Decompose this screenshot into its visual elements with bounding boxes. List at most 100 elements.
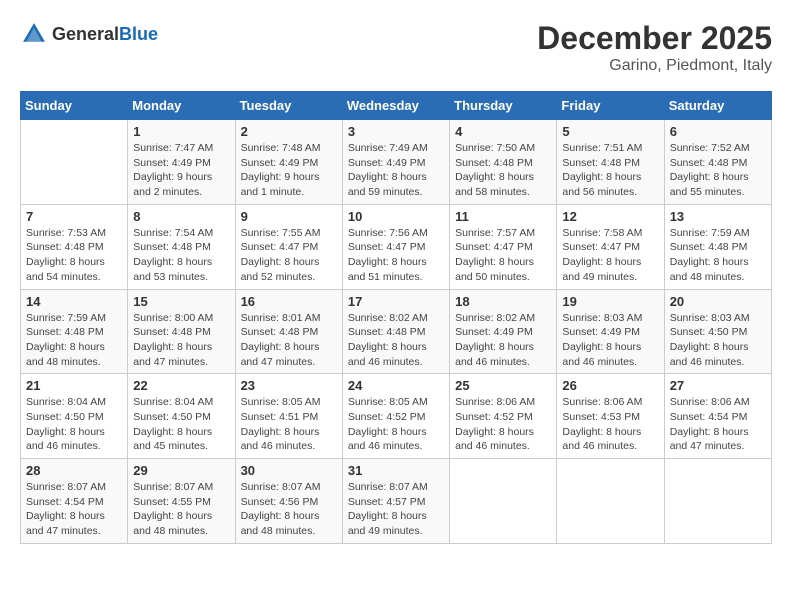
day-info: Sunrise: 8:05 AMSunset: 4:51 PMDaylight:… [241,395,337,454]
table-cell: 13Sunrise: 7:59 AMSunset: 4:48 PMDayligh… [664,204,771,289]
table-cell: 20 Sunrise: 8:03 AMSunset: 4:50 PMDayligh… [664,289,771,374]
table-cell: 16 Sunrise: 8:01 AMSunset: 4:48 PMDayligh… [235,289,342,374]
table-cell: 23 Sunrise: 8:05 AMSunset: 4:51 PMDayligh… [235,374,342,459]
table-cell: 11 Sunrise: 7:57 AMSunset: 4:47 PMDayligh… [450,204,557,289]
day-number: 9 [241,209,337,224]
table-cell [664,459,771,544]
table-cell: 4 Sunrise: 7:50 AMSunset: 4:48 PMDaylight… [450,120,557,205]
week-row-1: 1 Sunrise: 7:47 AMSunset: 4:49 PMDaylight… [21,120,772,205]
day-info: Sunrise: 8:03 AMSunset: 4:50 PMDaylight:… [670,311,766,370]
table-cell [21,120,128,205]
day-number: 28 [26,463,122,478]
table-cell: 6Sunrise: 7:52 AMSunset: 4:48 PMDaylight… [664,120,771,205]
day-number: 12 [562,209,658,224]
header-day-sunday: Sunday [21,92,128,120]
day-number: 4 [455,124,551,139]
day-info: Sunrise: 8:02 AMSunset: 4:49 PMDaylight:… [455,311,551,370]
month-title: December 2025 [537,20,772,57]
table-cell: 1 Sunrise: 7:47 AMSunset: 4:49 PMDaylight… [128,120,235,205]
header-day-friday: Friday [557,92,664,120]
day-info: Sunrise: 8:03 AMSunset: 4:49 PMDaylight:… [562,311,658,370]
header-day-thursday: Thursday [450,92,557,120]
day-number: 23 [241,378,337,393]
table-cell: 26 Sunrise: 8:06 AMSunset: 4:53 PMDayligh… [557,374,664,459]
header-day-saturday: Saturday [664,92,771,120]
title-block: December 2025 Garino, Piedmont, Italy [537,20,772,75]
table-cell: 28 Sunrise: 8:07 AMSunset: 4:54 PMDayligh… [21,459,128,544]
day-number: 1 [133,124,229,139]
header-day-tuesday: Tuesday [235,92,342,120]
day-number: 18 [455,294,551,309]
day-info: Sunrise: 8:06 AMSunset: 4:52 PMDaylight:… [455,395,551,454]
day-info: Sunrise: 8:07 AMSunset: 4:56 PMDaylight:… [241,480,337,539]
day-number: 21 [26,378,122,393]
day-number: 26 [562,378,658,393]
day-info: Sunrise: 8:05 AMSunset: 4:52 PMDaylight:… [348,395,444,454]
table-cell: 21 Sunrise: 8:04 AMSunset: 4:50 PMDayligh… [21,374,128,459]
day-number: 30 [241,463,337,478]
table-cell: 8 Sunrise: 7:54 AMSunset: 4:48 PMDaylight… [128,204,235,289]
table-cell: 2Sunrise: 7:48 AMSunset: 4:49 PMDaylight… [235,120,342,205]
table-cell: 5 Sunrise: 7:51 AMSunset: 4:48 PMDaylight… [557,120,664,205]
day-info: Sunrise: 8:02 AMSunset: 4:48 PMDaylight:… [348,311,444,370]
day-number: 31 [348,463,444,478]
table-cell: 29 Sunrise: 8:07 AMSunset: 4:55 PMDayligh… [128,459,235,544]
day-number: 8 [133,209,229,224]
day-info: Sunrise: 7:54 AMSunset: 4:48 PMDaylight:… [133,226,229,285]
calendar-table: SundayMondayTuesdayWednesdayThursdayFrid… [20,91,772,544]
table-cell: 30 Sunrise: 8:07 AMSunset: 4:56 PMDayligh… [235,459,342,544]
table-cell [557,459,664,544]
logo: GeneralBlue [20,20,158,48]
day-number: 10 [348,209,444,224]
day-number: 27 [670,378,766,393]
day-number: 3 [348,124,444,139]
day-number: 16 [241,294,337,309]
day-number: 17 [348,294,444,309]
logo-icon [20,20,48,48]
day-info: Sunrise: 8:07 AMSunset: 4:55 PMDaylight:… [133,480,229,539]
table-cell: 7 Sunrise: 7:53 AMSunset: 4:48 PMDaylight… [21,204,128,289]
day-info: Sunrise: 8:06 AMSunset: 4:53 PMDaylight:… [562,395,658,454]
day-info: Sunrise: 7:55 AMSunset: 4:47 PMDaylight:… [241,226,337,285]
day-number: 20 [670,294,766,309]
logo-text-blue: Blue [119,24,158,44]
day-number: 14 [26,294,122,309]
day-info: Sunrise: 7:53 AMSunset: 4:48 PMDaylight:… [26,226,122,285]
day-info: Sunrise: 7:52 AMSunset: 4:48 PMDaylight:… [670,141,766,200]
week-row-4: 21 Sunrise: 8:04 AMSunset: 4:50 PMDayligh… [21,374,772,459]
day-info: Sunrise: 8:00 AMSunset: 4:48 PMDaylight:… [133,311,229,370]
day-info: Sunrise: 7:49 AMSunset: 4:49 PMDaylight:… [348,141,444,200]
day-info: Sunrise: 7:59 AMSunset: 4:48 PMDaylight:… [26,311,122,370]
day-number: 5 [562,124,658,139]
calendar-header-row: SundayMondayTuesdayWednesdayThursdayFrid… [21,92,772,120]
week-row-2: 7 Sunrise: 7:53 AMSunset: 4:48 PMDaylight… [21,204,772,289]
table-cell: 19 Sunrise: 8:03 AMSunset: 4:49 PMDayligh… [557,289,664,374]
week-row-5: 28 Sunrise: 8:07 AMSunset: 4:54 PMDayligh… [21,459,772,544]
day-info: Sunrise: 8:07 AMSunset: 4:57 PMDaylight:… [348,480,444,539]
day-number: 11 [455,209,551,224]
page-header: GeneralBlue December 2025 Garino, Piedmo… [20,20,772,75]
location: Garino, Piedmont, Italy [537,57,772,75]
table-cell: 9 Sunrise: 7:55 AMSunset: 4:47 PMDaylight… [235,204,342,289]
day-info: Sunrise: 8:04 AMSunset: 4:50 PMDaylight:… [133,395,229,454]
table-cell: 25Sunrise: 8:06 AMSunset: 4:52 PMDayligh… [450,374,557,459]
day-info: Sunrise: 8:07 AMSunset: 4:54 PMDaylight:… [26,480,122,539]
table-cell: 18 Sunrise: 8:02 AMSunset: 4:49 PMDayligh… [450,289,557,374]
day-info: Sunrise: 7:56 AMSunset: 4:47 PMDaylight:… [348,226,444,285]
day-info: Sunrise: 7:57 AMSunset: 4:47 PMDaylight:… [455,226,551,285]
table-cell: 17 Sunrise: 8:02 AMSunset: 4:48 PMDayligh… [342,289,449,374]
table-cell: 12Sunrise: 7:58 AMSunset: 4:47 PMDayligh… [557,204,664,289]
table-cell: 3 Sunrise: 7:49 AMSunset: 4:49 PMDaylight… [342,120,449,205]
week-row-3: 14 Sunrise: 7:59 AMSunset: 4:48 PMDayligh… [21,289,772,374]
day-info: Sunrise: 7:48 AMSunset: 4:49 PMDaylight:… [241,141,337,200]
table-cell: 10 Sunrise: 7:56 AMSunset: 4:47 PMDayligh… [342,204,449,289]
day-info: Sunrise: 8:01 AMSunset: 4:48 PMDaylight:… [241,311,337,370]
day-number: 29 [133,463,229,478]
header-day-monday: Monday [128,92,235,120]
day-number: 7 [26,209,122,224]
day-info: Sunrise: 8:04 AMSunset: 4:50 PMDaylight:… [26,395,122,454]
day-number: 19 [562,294,658,309]
day-info: Sunrise: 7:51 AMSunset: 4:48 PMDaylight:… [562,141,658,200]
day-info: Sunrise: 7:50 AMSunset: 4:48 PMDaylight:… [455,141,551,200]
day-info: Sunrise: 7:47 AMSunset: 4:49 PMDaylight:… [133,141,229,200]
